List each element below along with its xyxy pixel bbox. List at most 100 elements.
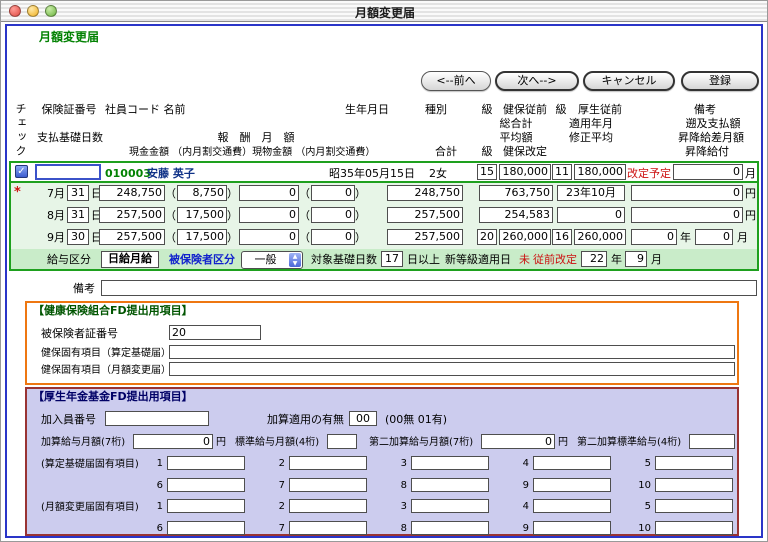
santei-koyuu-field-1[interactable] [167, 456, 245, 470]
santei-koyuu-num-5: 5 [637, 457, 651, 470]
santei-koyuu-num-6: 6 [149, 479, 163, 492]
sokyuu-shiharaigaku-field[interactable]: 0 [631, 185, 743, 201]
month-7-cash-field[interactable]: 248,750 [99, 185, 165, 201]
kasan-kyuyo-label: 加算給与月額(7桁) [41, 436, 125, 449]
santei-koyuu-num-3: 3 [393, 457, 407, 470]
kosei-kaitei-kyu-field[interactable]: 16 [552, 229, 572, 245]
santei-koyuu-field-3[interactable] [411, 456, 489, 470]
cancel-button[interactable]: キャンセル [583, 71, 675, 91]
month-8-goods-field[interactable]: 0 [239, 207, 299, 223]
geppen-koyuu-field-3[interactable] [411, 499, 489, 513]
month-7-goods-commute-field[interactable]: 0 [311, 185, 355, 201]
hihokensha-kubun-label: 被保険者区分 [169, 253, 235, 267]
month-8-total-field[interactable]: 257,500 [387, 207, 463, 223]
kanyuin-field[interactable] [105, 411, 209, 426]
tekiyou-nengetsu-field[interactable]: 23年10月 [557, 185, 625, 201]
month-7-days-field[interactable]: 31 [67, 185, 89, 201]
kyuyo-kubun-value[interactable]: 日給月給 [101, 251, 159, 268]
kenpo-kaitei-kyu-field[interactable]: 20 [477, 229, 497, 245]
month-7-total-field[interactable]: 248,750 [387, 185, 463, 201]
shoukoukyuu-sa-field[interactable]: 0 [631, 207, 743, 223]
month-9-cash-field[interactable]: 257,500 [99, 229, 165, 245]
heikingaku-field[interactable]: 254,583 [479, 207, 553, 223]
geppen-koyuu-field-1[interactable] [167, 499, 245, 513]
paren-open: （ [165, 187, 176, 201]
juuzen-tsuki-field[interactable]: 9 [625, 251, 647, 267]
shoukyuu-nen-field[interactable]: 0 [631, 229, 677, 245]
kenpo-kaitei-field[interactable]: 260,000 [499, 229, 551, 245]
geppen-koyuu-num-5: 5 [637, 500, 651, 513]
kosei-kyu-field[interactable]: 11 [552, 164, 572, 180]
geppen-koyuu-field-5[interactable] [655, 499, 733, 513]
kenpo-juzen-field[interactable]: 180,000 [499, 164, 551, 180]
geppen-koyuu-field-2[interactable] [289, 499, 367, 513]
prev-button[interactable]: <--前へ [421, 71, 491, 91]
month-9-goods-commute-field[interactable]: 0 [311, 229, 355, 245]
santei-koyuu-field-8[interactable] [411, 478, 489, 492]
santei-koyuu-field-5[interactable] [655, 456, 733, 470]
month-9-days-field[interactable]: 30 [67, 229, 89, 245]
santei-koyuu-field-7[interactable] [289, 478, 367, 492]
santei-koyuu-field-2[interactable] [289, 456, 367, 470]
kosei-kaitei-field[interactable]: 260,000 [574, 229, 626, 245]
employee-birthday: 昭35年05月15日 [329, 167, 415, 181]
hihokensha-kubun-popup[interactable]: 一般 ▲▼ [241, 251, 303, 269]
juuzen-nen-field[interactable]: 22 [581, 251, 607, 267]
kenpo-fd-title: 【健康保険組合FD提出用項目】 [33, 304, 193, 318]
daini-hyoujun-field[interactable] [689, 434, 735, 449]
santei-koyuu-field-10[interactable] [655, 478, 733, 492]
kyuyo-kubun-label: 給与区分 [47, 253, 91, 267]
header-goukei: 合計 [423, 145, 469, 159]
kaitei-yotei-field[interactable]: 0 [673, 164, 743, 180]
employee-code: 010003 [105, 167, 151, 181]
biko-field[interactable] [101, 280, 757, 296]
daini-kasan-field[interactable]: 0 [481, 434, 555, 449]
month-8-days-field[interactable]: 31 [67, 207, 89, 223]
hyoujun-field[interactable] [327, 434, 357, 449]
month-9-cash-commute-field[interactable]: 17,500 [177, 229, 227, 245]
shuusei-heikin-field[interactable]: 0 [557, 207, 625, 223]
geppen-koyuu-label: (月額変更届固有項目) [41, 501, 139, 514]
daini-kasan-label: 第二加算給与月額(7桁) [369, 436, 473, 449]
employee-checkbox[interactable]: ✓ [15, 165, 28, 178]
header-shubetsu: 種別 [425, 103, 455, 117]
kenpo-geppen-field[interactable] [169, 362, 735, 376]
taishou-kiso-nissu-label: 対象基礎日数 [311, 253, 377, 267]
kosei-juzen-field[interactable]: 180,000 [574, 164, 626, 180]
month-7-goods-field[interactable]: 0 [239, 185, 299, 201]
header-kenpo-kaitei: 健保改定 [498, 145, 552, 159]
register-button[interactable]: 登録 [681, 71, 759, 91]
month-9-goods-field[interactable]: 0 [239, 229, 299, 245]
month-7-cash-commute-field[interactable]: 8,750 [177, 185, 227, 201]
kasan-kyuyo-field[interactable]: 0 [133, 434, 213, 449]
taishou-kiso-nissu-field[interactable]: 17 [381, 251, 403, 267]
header-kenpo-juzen: 健保従前 [498, 103, 552, 117]
month-8-goods-commute-field[interactable]: 0 [311, 207, 355, 223]
month-9-total-field[interactable]: 257,500 [387, 229, 463, 245]
kasan-umu-field[interactable]: 00 [349, 411, 377, 426]
popup-arrows-icon: ▲▼ [289, 253, 301, 267]
sougoukei-field[interactable]: 763,750 [479, 185, 553, 201]
geppen-koyuu-field-8[interactable] [411, 521, 489, 535]
paren-close: ） [227, 187, 238, 201]
yen-suffix: 円 [745, 187, 756, 201]
geppen-koyuu-field-7[interactable] [289, 521, 367, 535]
month-8-cash-field[interactable]: 257,500 [99, 207, 165, 223]
geppen-koyuu-field-10[interactable] [655, 521, 733, 535]
hoken-no-field[interactable] [35, 164, 101, 180]
geppen-koyuu-field-4[interactable] [533, 499, 611, 513]
geppen-koyuu-field-9[interactable] [533, 521, 611, 535]
next-button[interactable]: 次へ--> [495, 71, 579, 91]
santei-koyuu-field-9[interactable] [533, 478, 611, 492]
geppen-koyuu-num-1: 1 [149, 500, 163, 513]
hihokensha-no-field[interactable]: 20 [169, 325, 261, 340]
hyoujun-label: 標準給与月額(4桁) [235, 436, 319, 449]
geppen-koyuu-field-6[interactable] [167, 521, 245, 535]
kenpo-kyu-field[interactable]: 15 [477, 164, 497, 180]
santei-koyuu-field-6[interactable] [167, 478, 245, 492]
santei-koyuu-field-4[interactable] [533, 456, 611, 470]
santei-koyuu-num-1: 1 [149, 457, 163, 470]
shoukyuu-tsuki-field[interactable]: 0 [695, 229, 733, 245]
month-8-cash-commute-field[interactable]: 17,500 [177, 207, 227, 223]
kenpo-santei-field[interactable] [169, 345, 735, 359]
